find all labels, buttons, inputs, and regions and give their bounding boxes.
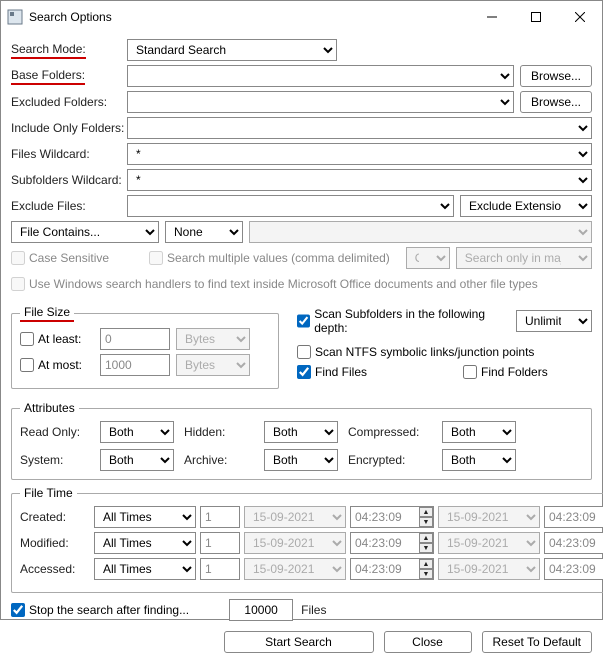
modified-time2	[544, 532, 603, 554]
modified-date1: 15-09-2021	[244, 532, 346, 554]
encrypted-label: Encrypted:	[348, 453, 432, 467]
subfolders-wildcard-select[interactable]: *	[127, 169, 592, 191]
accessed-date1: 15-09-2021	[244, 558, 346, 580]
find-files-check[interactable]: Find Files	[297, 365, 367, 379]
system-select[interactable]: Both	[100, 449, 174, 471]
compressed-select[interactable]: Both	[442, 421, 516, 443]
start-search-button[interactable]: Start Search	[224, 631, 374, 653]
at-most-check[interactable]: At most:	[20, 358, 94, 372]
accessed-label: Accessed:	[20, 562, 90, 576]
accessed-num	[200, 558, 240, 580]
include-only-select[interactable]	[127, 117, 592, 139]
spin-down-icon: ▼	[419, 517, 433, 527]
exclude-files-label: Exclude Files:	[11, 199, 127, 213]
attributes-legend: Attributes	[20, 401, 79, 415]
at-most-unit: Bytes	[176, 354, 250, 376]
accessed-time2	[544, 558, 603, 580]
close-button[interactable]: Close	[384, 631, 472, 653]
encrypted-select[interactable]: Both	[442, 449, 516, 471]
files-wildcard-select[interactable]: *	[127, 143, 592, 165]
modified-num	[200, 532, 240, 554]
major-streams-select: Search only in major streams	[456, 247, 592, 269]
files-wildcard-label: Files Wildcard:	[11, 147, 127, 161]
accessed-mode-select[interactable]: All Times	[94, 558, 196, 580]
exclude-files-select[interactable]	[127, 195, 454, 217]
hidden-label: Hidden:	[184, 425, 254, 439]
depth-select[interactable]: Unlimited	[516, 310, 592, 332]
base-folders-select[interactable]	[127, 65, 514, 87]
archive-label: Archive:	[184, 453, 254, 467]
scan-subfolders-check[interactable]: Scan Subfolders in the following depth:	[297, 307, 510, 335]
file-time-legend: File Time	[20, 486, 77, 500]
browse-excluded-button[interactable]: Browse...	[520, 91, 592, 113]
at-least-check[interactable]: At least:	[20, 332, 94, 346]
excluded-folders-select[interactable]	[127, 91, 514, 113]
browse-base-button[interactable]: Browse...	[520, 65, 592, 87]
or-select: Or	[406, 247, 450, 269]
use-handlers-check[interactable]: Use Windows search handlers to find text…	[11, 277, 538, 291]
system-label: System:	[20, 453, 90, 467]
spin-down-icon: ▼	[419, 543, 433, 553]
maximize-button[interactable]	[514, 2, 558, 32]
spin-up-icon: ▲	[419, 533, 433, 543]
accessed-date2: 15-09-2021	[438, 558, 540, 580]
include-only-label: Include Only Folders:	[11, 121, 127, 135]
excluded-folders-label: Excluded Folders:	[11, 95, 127, 109]
subfolders-wildcard-label: Subfolders Wildcard:	[11, 173, 127, 187]
archive-select[interactable]: Both	[264, 449, 338, 471]
modified-label: Modified:	[20, 536, 90, 550]
search-mode-select[interactable]: Standard Search	[127, 39, 337, 61]
find-folders-check[interactable]: Find Folders	[463, 365, 548, 379]
scan-ntfs-check[interactable]: Scan NTFS symbolic links/junction points	[297, 345, 592, 359]
window-title: Search Options	[29, 10, 470, 24]
app-icon	[7, 9, 23, 25]
spin-up-icon: ▲	[419, 507, 433, 517]
modified-date2: 15-09-2021	[438, 532, 540, 554]
spin-down-icon: ▼	[419, 569, 433, 579]
at-most-input	[100, 354, 170, 376]
files-unit-label: Files	[301, 603, 326, 617]
multiple-values-check[interactable]: Search multiple values (comma delimited)	[149, 251, 390, 265]
created-date2: 15-09-2021	[438, 506, 540, 528]
created-date1: 15-09-2021	[244, 506, 346, 528]
minimize-button[interactable]	[470, 2, 514, 32]
reset-button[interactable]: Reset To Default	[482, 631, 593, 653]
case-sensitive-check[interactable]: Case Sensitive	[11, 251, 109, 265]
read-only-select[interactable]: Both	[100, 421, 174, 443]
exclude-ext-select[interactable]: Exclude Extensions List	[460, 195, 592, 217]
modified-mode-select[interactable]: All Times	[94, 532, 196, 554]
created-time2	[544, 506, 603, 528]
hidden-select[interactable]: Both	[264, 421, 338, 443]
read-only-label: Read Only:	[20, 425, 90, 439]
base-folders-label: Base Folders:	[11, 68, 127, 85]
created-label: Created:	[20, 510, 90, 524]
file-contains-select[interactable]: File Contains...	[11, 221, 159, 243]
contains-value-select	[249, 221, 592, 243]
at-least-unit: Bytes	[176, 328, 250, 350]
at-least-input	[100, 328, 170, 350]
created-num	[200, 506, 240, 528]
compressed-label: Compressed:	[348, 425, 432, 439]
file-size-legend: File Size	[20, 305, 74, 322]
close-window-button[interactable]	[558, 2, 602, 32]
created-mode-select[interactable]: All Times	[94, 506, 196, 528]
spin-up-icon: ▲	[419, 559, 433, 569]
contains-mode-select[interactable]: None	[165, 221, 243, 243]
stop-after-check[interactable]: Stop the search after finding...	[11, 603, 189, 617]
stop-count-input[interactable]	[229, 599, 293, 621]
search-mode-label: Search Mode:	[11, 42, 127, 59]
